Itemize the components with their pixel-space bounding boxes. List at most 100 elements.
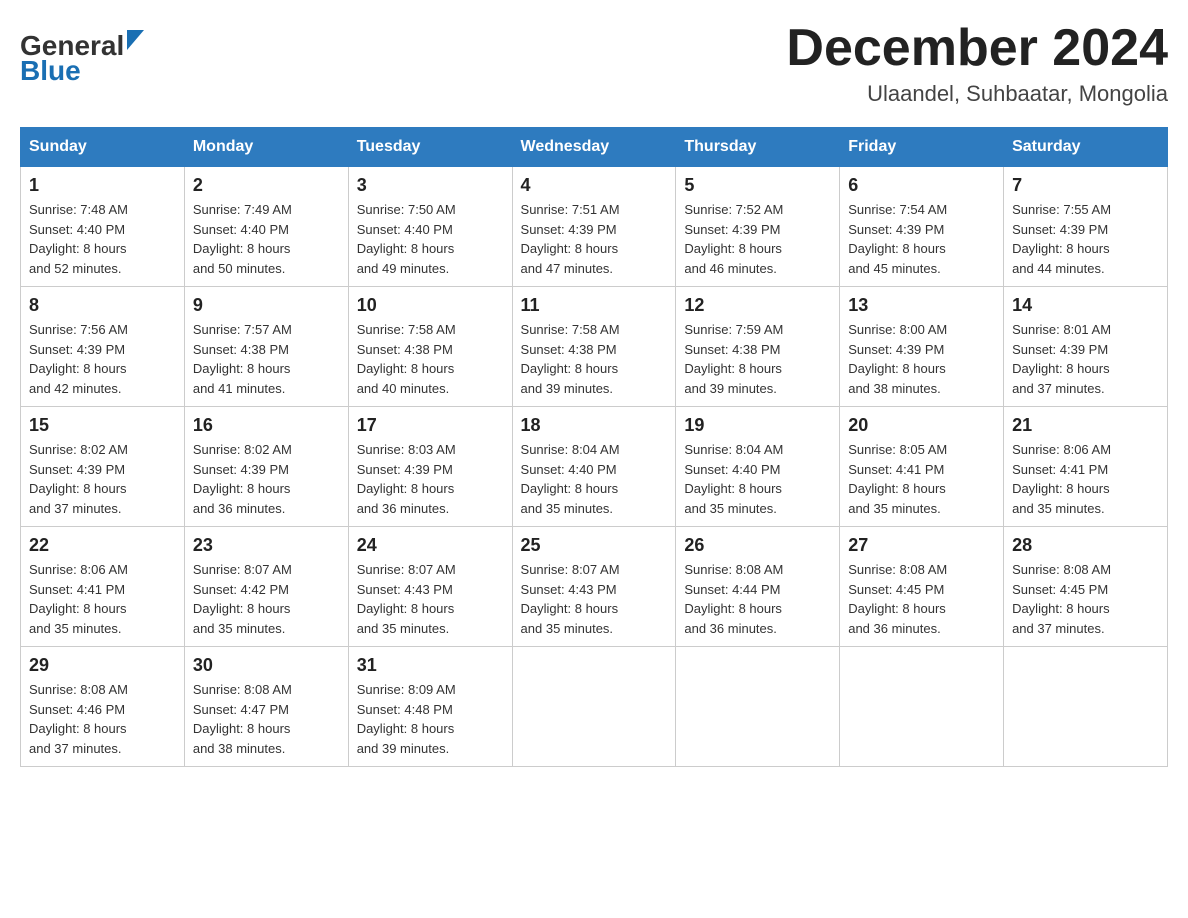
calendar-cell: 13 Sunrise: 8:00 AMSunset: 4:39 PMDayligh… [840,287,1004,407]
day-number: 8 [29,295,176,316]
day-number: 21 [1012,415,1159,436]
calendar-week-row: 15 Sunrise: 8:02 AMSunset: 4:39 PMDayligh… [21,407,1168,527]
day-info: Sunrise: 8:06 AMSunset: 4:41 PMDaylight:… [29,560,176,638]
day-info: Sunrise: 8:07 AMSunset: 4:43 PMDaylight:… [357,560,504,638]
day-info: Sunrise: 7:58 AMSunset: 4:38 PMDaylight:… [357,320,504,398]
day-number: 15 [29,415,176,436]
day-number: 5 [684,175,831,196]
logo: General Blue [20,20,160,85]
day-number: 30 [193,655,340,676]
day-number: 2 [193,175,340,196]
day-number: 17 [357,415,504,436]
day-info: Sunrise: 8:09 AMSunset: 4:48 PMDaylight:… [357,680,504,758]
day-info: Sunrise: 8:08 AMSunset: 4:46 PMDaylight:… [29,680,176,758]
header-tuesday: Tuesday [348,128,512,167]
day-number: 29 [29,655,176,676]
day-number: 1 [29,175,176,196]
calendar-cell: 29 Sunrise: 8:08 AMSunset: 4:46 PMDayligh… [21,647,185,767]
day-info: Sunrise: 8:03 AMSunset: 4:39 PMDaylight:… [357,440,504,518]
calendar-cell [1004,647,1168,767]
day-info: Sunrise: 8:05 AMSunset: 4:41 PMDaylight:… [848,440,995,518]
day-number: 12 [684,295,831,316]
location-subtitle: Ulaandel, Suhbaatar, Mongolia [786,81,1168,107]
day-info: Sunrise: 8:07 AMSunset: 4:43 PMDaylight:… [521,560,668,638]
calendar-cell: 8 Sunrise: 7:56 AMSunset: 4:39 PMDaylight… [21,287,185,407]
day-info: Sunrise: 7:57 AMSunset: 4:38 PMDaylight:… [193,320,340,398]
month-title: December 2024 [786,20,1168,77]
day-info: Sunrise: 7:59 AMSunset: 4:38 PMDaylight:… [684,320,831,398]
title-block: December 2024 Ulaandel, Suhbaatar, Mongo… [786,20,1168,107]
day-info: Sunrise: 8:01 AMSunset: 4:39 PMDaylight:… [1012,320,1159,398]
calendar-cell: 19Sunrise: 8:04 AMSunset: 4:40 PMDayligh… [676,407,840,527]
day-number: 18 [521,415,668,436]
calendar-cell: 16 Sunrise: 8:02 AMSunset: 4:39 PMDayligh… [184,407,348,527]
header-thursday: Thursday [676,128,840,167]
calendar-cell: 14 Sunrise: 8:01 AMSunset: 4:39 PMDayligh… [1004,287,1168,407]
calendar-cell: 10Sunrise: 7:58 AMSunset: 4:38 PMDayligh… [348,287,512,407]
calendar-cell: 6 Sunrise: 7:54 AMSunset: 4:39 PMDaylight… [840,167,1004,287]
calendar-cell: 30 Sunrise: 8:08 AMSunset: 4:47 PMDayligh… [184,647,348,767]
day-number: 16 [193,415,340,436]
day-info: Sunrise: 8:02 AMSunset: 4:39 PMDaylight:… [193,440,340,518]
calendar-cell: 18 Sunrise: 8:04 AMSunset: 4:40 PMDayligh… [512,407,676,527]
calendar-cell: 9 Sunrise: 7:57 AMSunset: 4:38 PMDaylight… [184,287,348,407]
calendar-cell: 2Sunrise: 7:49 AMSunset: 4:40 PMDaylight… [184,167,348,287]
calendar-cell: 31 Sunrise: 8:09 AMSunset: 4:48 PMDayligh… [348,647,512,767]
day-info: Sunrise: 8:08 AMSunset: 4:44 PMDaylight:… [684,560,831,638]
day-info: Sunrise: 7:48 AMSunset: 4:40 PMDaylight:… [29,200,176,278]
day-info: Sunrise: 8:00 AMSunset: 4:39 PMDaylight:… [848,320,995,398]
calendar-cell: 3 Sunrise: 7:50 AMSunset: 4:40 PMDaylight… [348,167,512,287]
day-number: 11 [521,295,668,316]
calendar-week-row: 8 Sunrise: 7:56 AMSunset: 4:39 PMDaylight… [21,287,1168,407]
day-info: Sunrise: 7:50 AMSunset: 4:40 PMDaylight:… [357,200,504,278]
day-number: 7 [1012,175,1159,196]
svg-text:Blue: Blue [20,55,81,85]
day-info: Sunrise: 7:51 AMSunset: 4:39 PMDaylight:… [521,200,668,278]
day-info: Sunrise: 7:56 AMSunset: 4:39 PMDaylight:… [29,320,176,398]
header-friday: Friday [840,128,1004,167]
calendar-cell: 4 Sunrise: 7:51 AMSunset: 4:39 PMDaylight… [512,167,676,287]
calendar-cell: 25 Sunrise: 8:07 AMSunset: 4:43 PMDayligh… [512,527,676,647]
day-number: 23 [193,535,340,556]
calendar-cell: 15 Sunrise: 8:02 AMSunset: 4:39 PMDayligh… [21,407,185,527]
calendar-cell: 23 Sunrise: 8:07 AMSunset: 4:42 PMDayligh… [184,527,348,647]
calendar-cell: 11 Sunrise: 7:58 AMSunset: 4:38 PMDayligh… [512,287,676,407]
day-info: Sunrise: 8:07 AMSunset: 4:42 PMDaylight:… [193,560,340,638]
day-number: 31 [357,655,504,676]
calendar-week-row: 22Sunrise: 8:06 AMSunset: 4:41 PMDayligh… [21,527,1168,647]
header-monday: Monday [184,128,348,167]
day-info: Sunrise: 8:08 AMSunset: 4:47 PMDaylight:… [193,680,340,758]
day-info: Sunrise: 8:08 AMSunset: 4:45 PMDaylight:… [1012,560,1159,638]
day-number: 20 [848,415,995,436]
page-header: General Blue December 2024 Ulaandel, Suh… [20,20,1168,107]
day-info: Sunrise: 7:54 AMSunset: 4:39 PMDaylight:… [848,200,995,278]
calendar-cell: 7Sunrise: 7:55 AMSunset: 4:39 PMDaylight… [1004,167,1168,287]
day-number: 24 [357,535,504,556]
calendar-cell [512,647,676,767]
day-number: 9 [193,295,340,316]
day-number: 6 [848,175,995,196]
calendar-table: Sunday Monday Tuesday Wednesday Thursday… [20,127,1168,767]
calendar-cell: 21Sunrise: 8:06 AMSunset: 4:41 PMDayligh… [1004,407,1168,527]
calendar-cell: 24 Sunrise: 8:07 AMSunset: 4:43 PMDayligh… [348,527,512,647]
calendar-cell: 28 Sunrise: 8:08 AMSunset: 4:45 PMDayligh… [1004,527,1168,647]
calendar-week-row: 1 Sunrise: 7:48 AMSunset: 4:40 PMDaylight… [21,167,1168,287]
day-info: Sunrise: 8:02 AMSunset: 4:39 PMDaylight:… [29,440,176,518]
calendar-cell: 12 Sunrise: 7:59 AMSunset: 4:38 PMDayligh… [676,287,840,407]
day-number: 13 [848,295,995,316]
calendar-header-row: Sunday Monday Tuesday Wednesday Thursday… [21,128,1168,167]
day-number: 25 [521,535,668,556]
day-info: Sunrise: 8:04 AMSunset: 4:40 PMDaylight:… [684,440,831,518]
day-number: 27 [848,535,995,556]
header-sunday: Sunday [21,128,185,167]
header-saturday: Saturday [1004,128,1168,167]
day-number: 4 [521,175,668,196]
day-number: 28 [1012,535,1159,556]
calendar-week-row: 29 Sunrise: 8:08 AMSunset: 4:46 PMDayligh… [21,647,1168,767]
logo-svg: General Blue [20,20,160,85]
day-number: 14 [1012,295,1159,316]
day-number: 3 [357,175,504,196]
day-info: Sunrise: 8:04 AMSunset: 4:40 PMDaylight:… [521,440,668,518]
day-info: Sunrise: 7:58 AMSunset: 4:38 PMDaylight:… [521,320,668,398]
calendar-cell: 1 Sunrise: 7:48 AMSunset: 4:40 PMDaylight… [21,167,185,287]
